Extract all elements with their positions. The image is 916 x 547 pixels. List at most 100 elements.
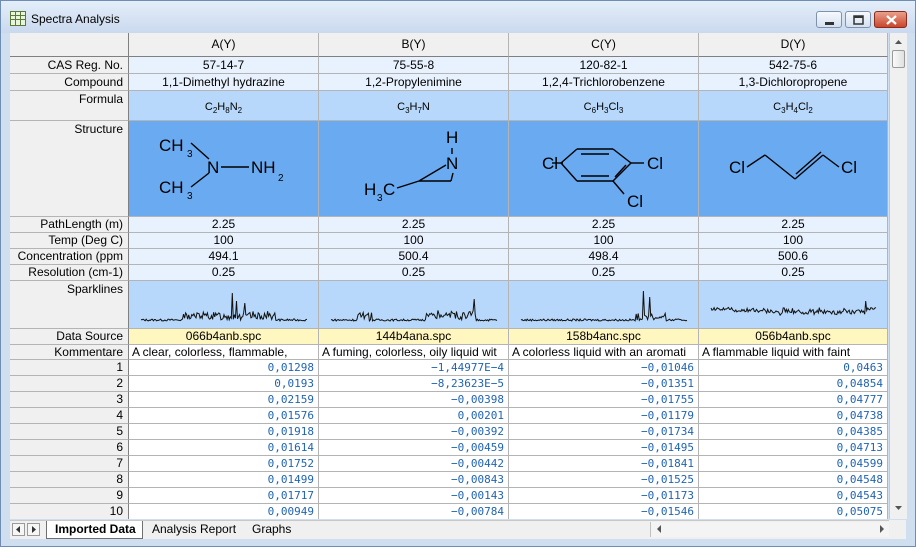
sparklines-cell-b[interactable] [319,281,509,329]
data-row-6-cell-b[interactable]: −0,00459 [319,440,509,456]
close-button[interactable] [874,11,907,28]
data-row-5-row-header[interactable]: 5 [10,424,129,440]
data-source-cell-d[interactable]: 056b4anb.spc [699,329,888,345]
data-source-cell-a[interactable]: 066b4anb.spc [129,329,319,345]
param-3-cell-a[interactable]: 0.25 [129,265,319,281]
data-row-5-cell-a[interactable]: 0,01918 [129,424,319,440]
scroll-right-icon[interactable] [876,522,888,536]
structure-cell-d[interactable]: Cl Cl [699,121,888,217]
param-0-cell-c[interactable]: 2.25 [509,217,699,233]
cas-reg-no-cell-b[interactable]: 75-55-8 [319,57,509,74]
data-source-cell-c[interactable]: 158b4anc.spc [509,329,699,345]
data-row-1-cell-d[interactable]: 0,0463 [699,360,888,376]
param-3-cell-c[interactable]: 0.25 [509,265,699,281]
data-row-8-row-header[interactable]: 8 [10,472,129,488]
data-row-10-cell-c[interactable]: −0,01546 [509,504,699,519]
vertical-scrollbar[interactable] [889,33,907,519]
data-row-4-row-header[interactable]: 4 [10,408,129,424]
data-row-5-cell-b[interactable]: −0,00392 [319,424,509,440]
formula-row-header[interactable]: Formula [10,91,129,121]
param-0-cell-a[interactable]: 2.25 [129,217,319,233]
next-sheet-button[interactable] [27,523,40,536]
structure-cell-c[interactable]: Cl Cl Cl [509,121,699,217]
param-1-cell-d[interactable]: 100 [699,233,888,249]
scroll-up-icon[interactable] [892,35,905,49]
resize-grip[interactable] [889,520,906,538]
data-row-8-cell-b[interactable]: −0,00843 [319,472,509,488]
cas-reg-no-cell-d[interactable]: 542-75-6 [699,57,888,74]
comments-cell-d[interactable]: A flammable liquid with faint [699,345,888,360]
data-row-3-cell-b[interactable]: −0,00398 [319,392,509,408]
param-0-cell-b[interactable]: 2.25 [319,217,509,233]
data-row-9-cell-d[interactable]: 0,04543 [699,488,888,504]
data-row-9-cell-c[interactable]: −0,01173 [509,488,699,504]
comments-row-header[interactable]: Kommentare [10,345,129,360]
data-row-2-cell-b[interactable]: −8,23623E−5 [319,376,509,392]
formula-cell-d[interactable]: C3H4Cl2 [699,91,888,121]
data-row-3-cell-d[interactable]: 0,04777 [699,392,888,408]
column-header-d[interactable]: D(Y) [699,33,888,57]
data-row-2-row-header[interactable]: 2 [10,376,129,392]
sparklines-cell-a[interactable] [129,281,319,329]
tab-analysis-report[interactable]: Analysis Report [144,521,242,538]
data-row-2-cell-a[interactable]: 0,0193 [129,376,319,392]
minimize-button[interactable] [816,11,842,28]
param-0-cell-d[interactable]: 2.25 [699,217,888,233]
formula-cell-a[interactable]: C2H8N2 [129,91,319,121]
column-header-a[interactable]: A(Y) [129,33,319,57]
param-0-row-header[interactable]: PathLength (m) [10,217,129,233]
data-row-2-cell-d[interactable]: 0,04854 [699,376,888,392]
data-row-1-cell-b[interactable]: −1,44977E−4 [319,360,509,376]
param-2-cell-b[interactable]: 500.4 [319,249,509,265]
data-row-10-cell-b[interactable]: −0,00784 [319,504,509,519]
data-row-3-row-header[interactable]: 3 [10,392,129,408]
param-2-row-header[interactable]: Concentration (ppm [10,249,129,265]
data-row-9-cell-a[interactable]: 0,01717 [129,488,319,504]
data-row-1-cell-c[interactable]: −0,01046 [509,360,699,376]
data-source-row-header[interactable]: Data Source [10,329,129,345]
data-row-9-row-header[interactable]: 9 [10,488,129,504]
data-row-6-cell-a[interactable]: 0,01614 [129,440,319,456]
comments-cell-c[interactable]: A colorless liquid with an aromati [509,345,699,360]
param-1-cell-a[interactable]: 100 [129,233,319,249]
data-row-7-cell-a[interactable]: 0,01752 [129,456,319,472]
data-row-8-cell-a[interactable]: 0,01499 [129,472,319,488]
data-row-8-cell-c[interactable]: −0,01525 [509,472,699,488]
cas-reg-no-cell-a[interactable]: 57-14-7 [129,57,319,74]
data-row-3-cell-a[interactable]: 0,02159 [129,392,319,408]
data-row-3-cell-c[interactable]: −0,01755 [509,392,699,408]
param-2-cell-a[interactable]: 494.1 [129,249,319,265]
param-3-cell-b[interactable]: 0.25 [319,265,509,281]
data-row-7-row-header[interactable]: 7 [10,456,129,472]
param-2-cell-d[interactable]: 500.6 [699,249,888,265]
sparklines-cell-d[interactable] [699,281,888,329]
formula-cell-c[interactable]: C6H3Cl3 [509,91,699,121]
worksheet-grid[interactable]: A(Y) B(Y) C(Y) D(Y) CAS Reg. No. 57-14-7 75-55… [10,33,888,519]
data-row-4-cell-a[interactable]: 0,01576 [129,408,319,424]
column-header-c[interactable]: C(Y) [509,33,699,57]
param-1-row-header[interactable]: Temp (Deg C) [10,233,129,249]
data-row-6-row-header[interactable]: 6 [10,440,129,456]
data-row-10-cell-d[interactable]: 0,05075 [699,504,888,519]
data-row-5-cell-d[interactable]: 0,04385 [699,424,888,440]
horizontal-scrollbar[interactable] [650,522,891,537]
compound-cell-a[interactable]: 1,1-Dimethyl hydrazine [129,74,319,91]
data-row-7-cell-d[interactable]: 0,04599 [699,456,888,472]
compound-cell-c[interactable]: 1,2,4-Trichlorobenzene [509,74,699,91]
data-row-8-cell-d[interactable]: 0,04548 [699,472,888,488]
title-bar[interactable]: Spectra Analysis [1,1,915,33]
cas-reg-no-row-header[interactable]: CAS Reg. No. [10,57,129,74]
data-row-4-cell-b[interactable]: 0,00201 [319,408,509,424]
tab-graphs[interactable]: Graphs [244,521,297,538]
structure-cell-b[interactable]: HNH3C [319,121,509,217]
data-source-cell-b[interactable]: 144b4ana.spc [319,329,509,345]
corner-cell[interactable] [10,33,129,57]
data-row-4-cell-c[interactable]: −0,01179 [509,408,699,424]
compound-row-header[interactable]: Compound [10,74,129,91]
prev-sheet-button[interactable] [12,523,25,536]
maximize-button[interactable] [845,11,871,28]
data-row-2-cell-c[interactable]: −0,01351 [509,376,699,392]
data-row-1-cell-a[interactable]: 0,01298 [129,360,319,376]
comments-cell-a[interactable]: A clear, colorless, flammable, [129,345,319,360]
compound-cell-d[interactable]: 1,3-Dichloropropene [699,74,888,91]
